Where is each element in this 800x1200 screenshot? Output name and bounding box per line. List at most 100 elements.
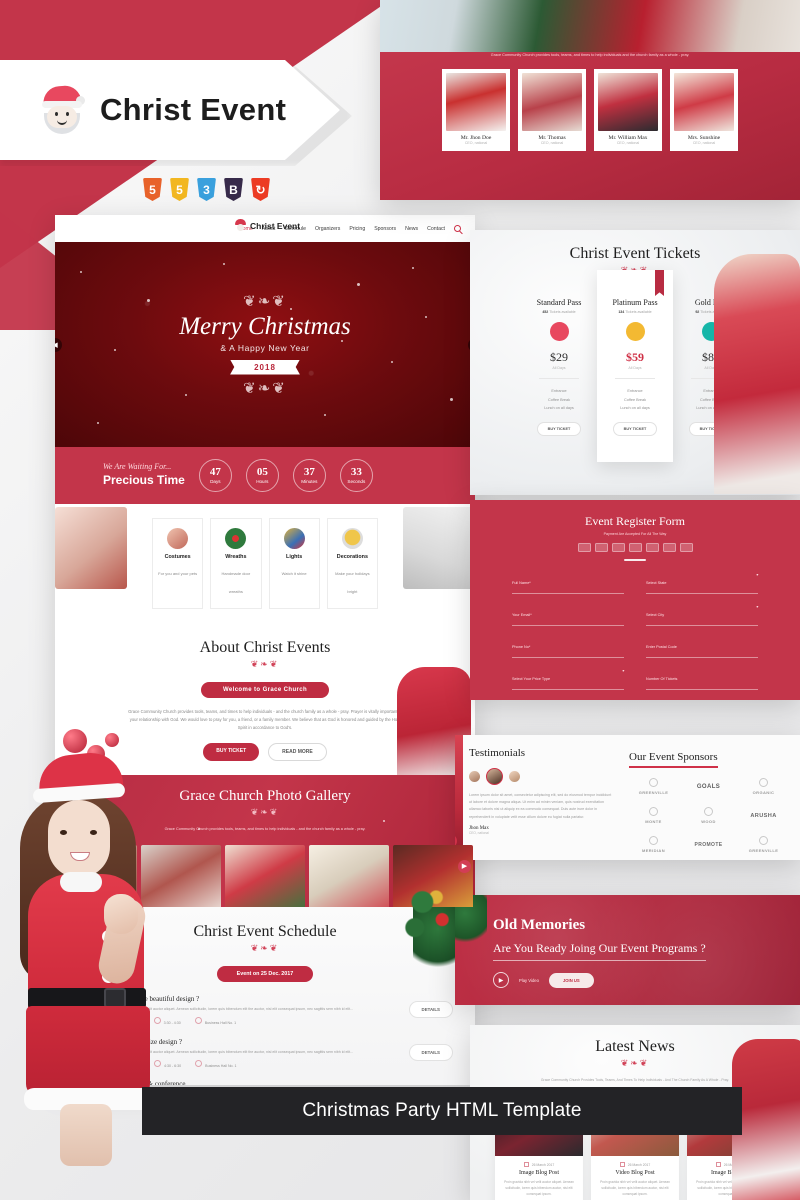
navbar-logo[interactable]: Christ Event (235, 219, 300, 232)
schedule-details-button[interactable]: DETAILS (408, 1044, 453, 1062)
plan-availability: 134 Tickets available (618, 310, 652, 314)
feature-photo-cat (403, 507, 475, 589)
sponsor-name: PROMOTE (694, 842, 723, 848)
field-label: Your Email* (512, 613, 532, 617)
sponsor-logo[interactable]: ORGANIC (739, 778, 788, 795)
template-title-text: Christmas Party HTML Template (302, 1100, 582, 1121)
costumes-icon (167, 528, 189, 549)
plan-feature: Coffee Break (547, 397, 571, 402)
full-name-field[interactable]: Full Name* (512, 571, 624, 594)
hero-slider: ❦❧❦ Merry Christmas & A Happy New Year 2… (55, 242, 475, 447)
feature-card-lights[interactable]: Lights Watch it shine (268, 518, 320, 609)
testimonial-avatar[interactable] (509, 771, 520, 782)
feature-card-decorations[interactable]: Decorations Make your holidays bright (326, 518, 378, 609)
sponsor-logos: GREENVILLE GOALS ORGANIC MONTE WOOD ARUS… (629, 778, 788, 853)
santa-mini-icon (235, 219, 246, 232)
site-navbar: Christ Event Home About Schedule Organiz… (55, 215, 475, 242)
hero-title: Merry Christmas (179, 312, 351, 340)
organiser-card[interactable]: Mr. Thomas CEO, national (518, 69, 586, 152)
countdown-seconds-label: Seconds (347, 479, 366, 484)
sponsor-mark-icon (759, 778, 768, 787)
sponsor-logo[interactable]: GREENVILLE (629, 778, 678, 795)
sponsor-name: ORGANIC (752, 790, 775, 795)
sponsor-name: GREENVILLE (748, 848, 779, 853)
price-type-select[interactable]: Select Your Price Type ▾ (512, 667, 624, 690)
sponsor-mark-icon (704, 807, 713, 816)
phone-field[interactable]: Phone No* (512, 635, 624, 658)
calendar-icon (523, 1161, 529, 1167)
sponsor-logo[interactable]: ARUSHA (739, 807, 788, 824)
sponsor-logo[interactable]: MERIDIAN (629, 836, 678, 853)
nav-item-organizers[interactable]: Organizers (315, 226, 340, 232)
organiser-card[interactable]: Mr. William Max CEO, national (594, 69, 662, 152)
divider (615, 378, 655, 379)
countdown-days: 47 Days (198, 459, 232, 492)
search-icon[interactable] (454, 225, 461, 232)
sponsor-logo[interactable]: MONTE (629, 807, 678, 824)
organisers-banner-photo (380, 0, 800, 52)
tech-badge-list: 5 5 3 B ↻ (143, 178, 270, 201)
testimonial-avatar-active[interactable] (486, 768, 503, 785)
gallery-image[interactable] (225, 844, 305, 907)
pricing-card-standard[interactable]: Standard Pass 452 Tickets available $29 … (521, 284, 597, 450)
play-icon[interactable]: ▶ (493, 972, 509, 988)
join-us-button[interactable]: JOIN US (548, 972, 594, 988)
plan-name: Platinum Pass (612, 298, 658, 307)
email-field[interactable]: Your Email* (512, 603, 624, 626)
chevron-down-icon: ▾ (621, 668, 624, 673)
play-video-label[interactable]: Play Video (519, 978, 539, 983)
testimonials-sponsors-page-preview: ▶ Testimonials Lorem ipsum dolor sit ame… (455, 735, 800, 860)
organiser-photo (598, 73, 658, 132)
nav-item-pricing[interactable]: Pricing (349, 226, 365, 232)
tickets-page-preview: Christ Event Tickets ❦❧❦ Standard Pass 4… (470, 230, 800, 495)
postal-code-field[interactable]: Enter Postal Code (646, 635, 758, 658)
sponsor-logo[interactable]: GOALS (684, 778, 733, 795)
schedule-details-button[interactable]: DETAILS (408, 1001, 453, 1019)
form-title: Event Register Form (585, 514, 685, 528)
about-buy-ticket-button[interactable]: BUY TICKET (203, 742, 260, 761)
countdown-bar: We Are Waiting For... Precious Time 47 D… (55, 447, 475, 504)
sponsor-logo[interactable]: GREENVILLE (739, 836, 788, 853)
feature-card-costumes[interactable]: Costumes For you and your pets (152, 518, 204, 609)
feature-card-wreaths[interactable]: Wreaths Handmade door wreaths (210, 518, 262, 609)
sponsor-logo[interactable]: WOOD (684, 807, 733, 824)
plan-buy-button[interactable]: BUY TICKET (612, 422, 658, 437)
holly-sprig-decoration (392, 878, 468, 958)
testimonial-avatars (469, 768, 613, 785)
hero-year-ribbon: 2018 (230, 359, 300, 375)
message-textarea[interactable]: Your Message (512, 699, 758, 700)
organiser-role: CEO, national (464, 141, 488, 146)
field-label: Select City (646, 613, 665, 617)
gallery-next-icon[interactable]: ▶ (458, 859, 471, 873)
about-read-more-button[interactable]: READ MORE (268, 742, 327, 761)
nav-item-contact[interactable]: Contact (427, 226, 445, 232)
feature-title: Decorations (336, 554, 368, 560)
sponsor-mark-icon (649, 836, 658, 845)
news-date: 26 March 2017 (495, 1161, 583, 1167)
pricing-card-platinum[interactable]: Platinum Pass 134 Tickets available $59 … (597, 270, 673, 463)
santa-logo-icon (40, 84, 85, 134)
best-value-ribbon (655, 270, 664, 296)
nav-item-news[interactable]: News (405, 226, 418, 232)
hero-flourish-bottom: ❦❧❦ (243, 379, 287, 397)
countdown-minutes-label: Minutes (301, 479, 318, 484)
organiser-photo (674, 73, 734, 132)
gallery-image[interactable] (309, 844, 389, 907)
city-select[interactable]: Select City ▾ (646, 603, 758, 626)
organiser-card[interactable]: Mrs. Sunshine CEO, national (670, 69, 738, 152)
sponsor-logo[interactable]: PROMOTE (684, 836, 733, 853)
about-flourish: ❦❧❦ (250, 659, 280, 669)
jcb-icon (679, 543, 693, 552)
nav-item-sponsors[interactable]: Sponsors (374, 226, 396, 232)
feature-desc: Handmade door wreaths (221, 571, 251, 594)
state-select[interactable]: Select State ▾ (646, 571, 758, 594)
sponsors-title: Our Event Sponsors (629, 751, 718, 768)
organiser-photo (522, 73, 582, 132)
field-label: Phone No* (512, 645, 531, 649)
plan-buy-button[interactable]: BUY TICKET (536, 422, 582, 437)
wreath-icon (225, 528, 247, 549)
schedule-place: Business Hall No. 1 (195, 1059, 237, 1068)
ticket-count-field[interactable]: Number Of Tickets (646, 667, 758, 690)
organiser-card[interactable]: Mr. Jhon Doe CEO, national (442, 69, 510, 152)
hero-prev-icon[interactable]: ◀ (55, 337, 62, 352)
